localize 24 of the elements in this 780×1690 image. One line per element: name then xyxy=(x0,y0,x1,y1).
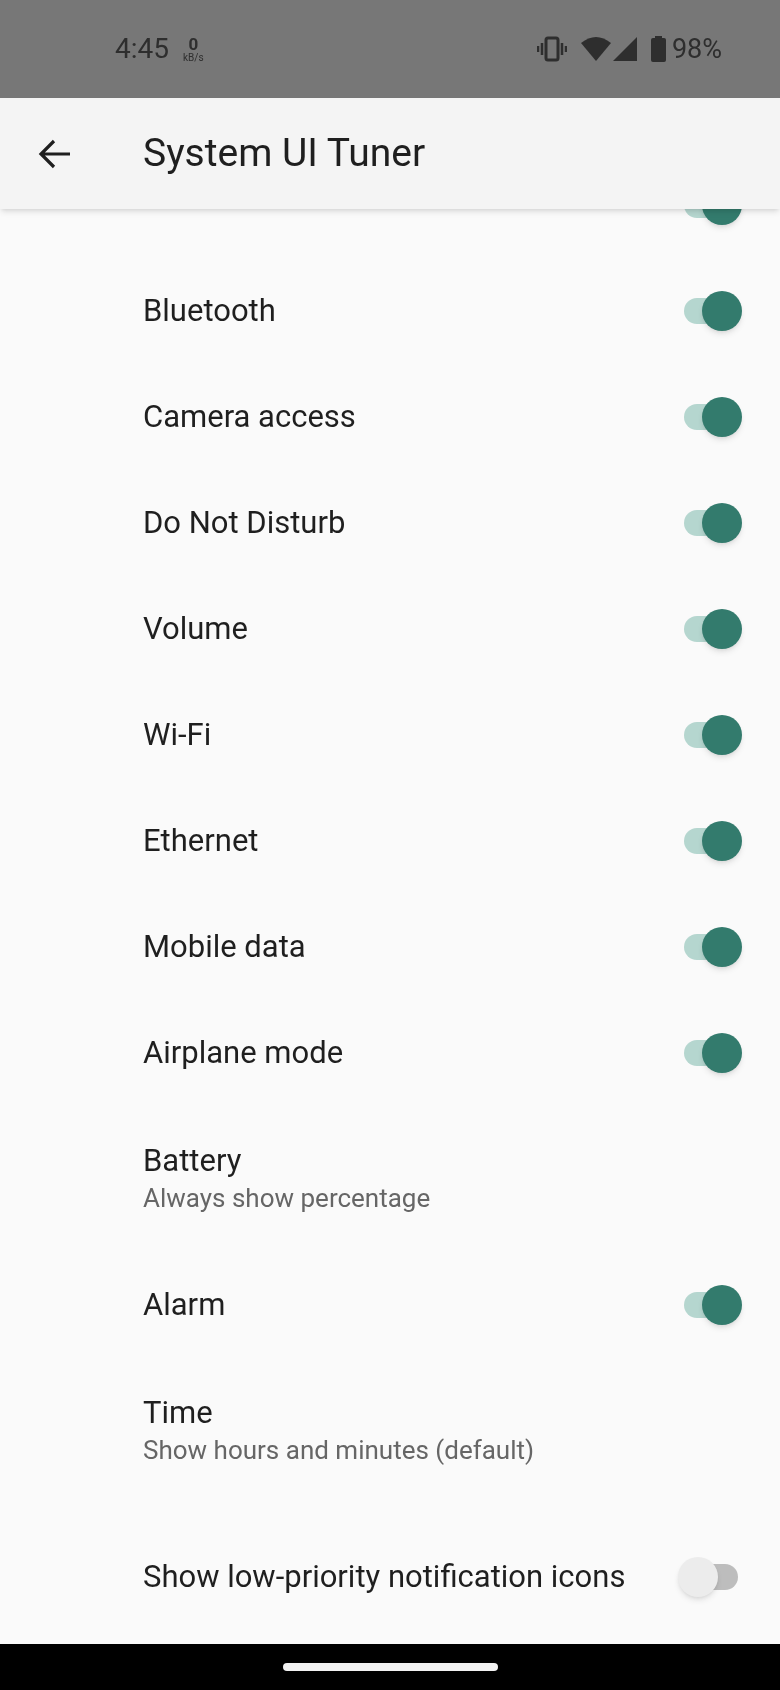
battery-percent: 98% xyxy=(671,31,722,67)
signal-icon xyxy=(612,37,637,61)
clock-time: 4:45 xyxy=(115,31,169,67)
page-title: System UI Tuner xyxy=(143,129,426,179)
setting-title: Volume xyxy=(143,610,249,648)
setting-summary: Always show percentage xyxy=(143,1182,432,1215)
setting-title: Wi-Fi xyxy=(143,716,213,754)
battery-icon xyxy=(650,36,666,62)
setting-title: Battery xyxy=(143,1142,243,1180)
setting-title: Bluetooth xyxy=(143,292,277,330)
setting-title: Time xyxy=(143,1394,214,1432)
speed-unit: kB/s xyxy=(183,52,204,63)
wifi-icon xyxy=(580,37,611,61)
setting-title: Alarm xyxy=(143,1286,227,1324)
setting-title: Ethernet xyxy=(143,822,260,860)
setting-title: Camera access xyxy=(143,398,357,436)
setting-summary: Show hours and minutes (default) xyxy=(143,1434,536,1467)
back-arrow-icon[interactable] xyxy=(38,138,72,169)
setting-title: Show low-priority notification icons xyxy=(143,1558,627,1596)
network-speed: 0 xyxy=(188,35,199,53)
setting-title: Mobile data xyxy=(143,928,307,966)
vibrate-icon xyxy=(536,36,567,62)
setting-title: Airplane mode xyxy=(143,1034,345,1072)
setting-title: Do Not Disturb xyxy=(143,504,347,542)
